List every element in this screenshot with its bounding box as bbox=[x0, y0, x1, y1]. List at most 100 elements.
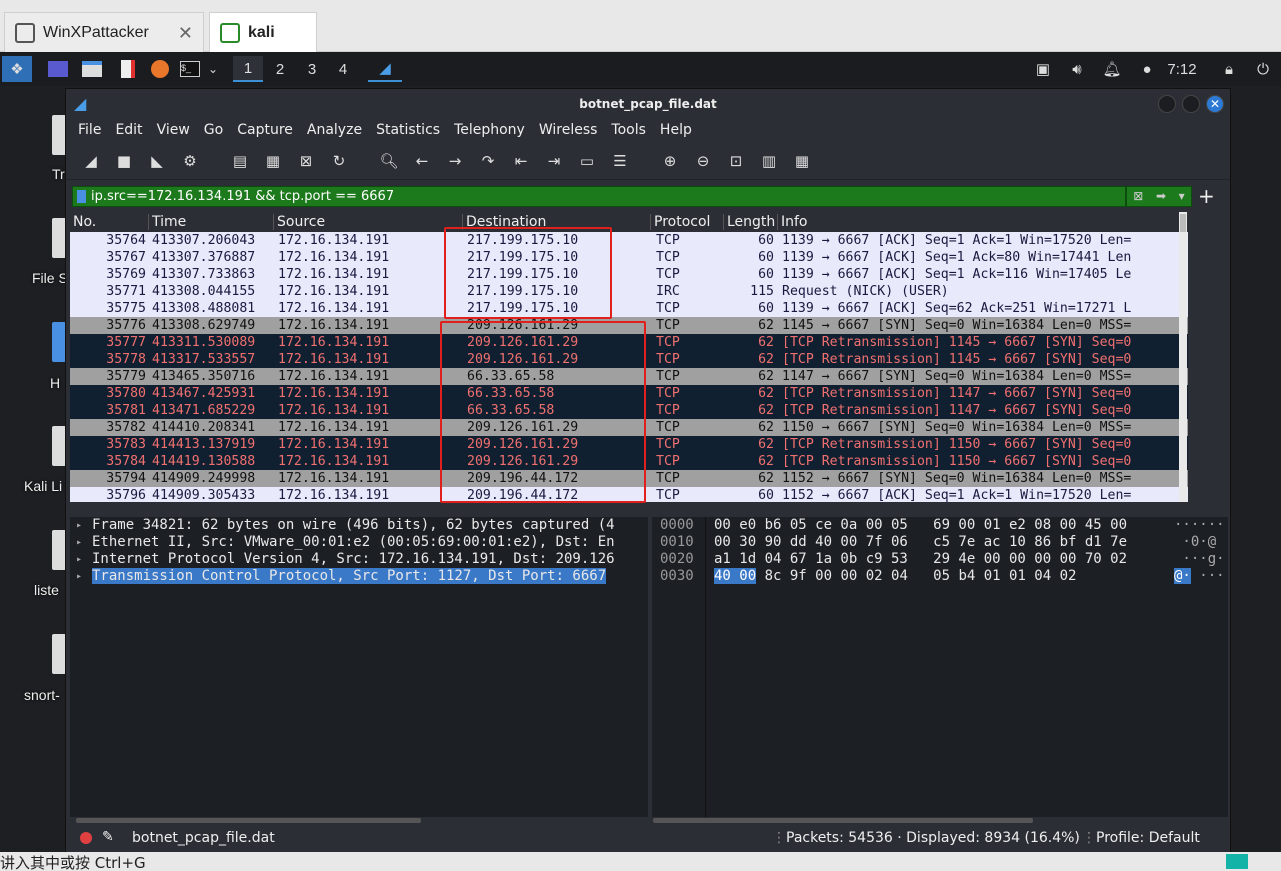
workspace-2[interactable]: 2 bbox=[265, 56, 295, 82]
last-packet-icon[interactable]: ⇥ bbox=[541, 148, 567, 174]
menu-wireless[interactable]: Wireless bbox=[539, 122, 598, 138]
trash-icon[interactable] bbox=[52, 115, 66, 155]
detail-tree-item[interactable]: ▸ Internet Protocol Version 4, Src: 172.1… bbox=[70, 551, 648, 568]
packet-row[interactable]: 35767 413307.376887 172.16.134.191 217.199.… bbox=[70, 249, 1188, 266]
terminal-icon[interactable]: $_ bbox=[178, 56, 202, 82]
workspace-3[interactable]: 3 bbox=[297, 56, 327, 82]
kali-menu-icon[interactable]: ❖ bbox=[2, 56, 32, 82]
menu-go[interactable]: Go bbox=[204, 122, 223, 138]
first-packet-icon[interactable]: ⇤ bbox=[508, 148, 534, 174]
status-profile[interactable]: Profile: Default bbox=[1096, 830, 1200, 846]
reload-file-icon[interactable]: ↻ bbox=[326, 148, 352, 174]
go-forward-icon[interactable]: → bbox=[442, 148, 468, 174]
packet-details-pane[interactable]: ▸ Frame 34821: 62 bytes on wire (496 bits… bbox=[70, 517, 648, 817]
bytes-hscrollbar[interactable] bbox=[653, 818, 1033, 823]
stop-capture-icon[interactable]: ■ bbox=[111, 148, 137, 174]
expand-icon[interactable]: ▸ bbox=[76, 534, 82, 551]
packet-bytes-pane[interactable]: 0000 0010 0020 0030 00 e0 b6 05 ce 0a 00… bbox=[652, 517, 1228, 817]
close-icon[interactable]: ✕ bbox=[178, 23, 193, 44]
workspace-1[interactable]: 1 bbox=[233, 56, 263, 82]
capture-comment-icon[interactable]: ✎ bbox=[102, 829, 114, 845]
expand-icon[interactable]: ▸ bbox=[76, 517, 82, 534]
normal-size-icon[interactable]: ⊡ bbox=[723, 148, 749, 174]
go-to-packet-icon[interactable]: ↷ bbox=[475, 148, 501, 174]
zoom-in-icon[interactable]: ⊕ bbox=[657, 148, 683, 174]
power-manager-icon[interactable]: ● bbox=[1136, 56, 1158, 82]
column-protocol[interactable]: Protocol bbox=[650, 214, 710, 230]
vm-tab-winxpattacker[interactable]: WinXPattacker ✕ bbox=[4, 12, 204, 52]
zoom-out-icon[interactable]: ⊖ bbox=[690, 148, 716, 174]
add-filter-button[interactable]: + bbox=[1198, 184, 1215, 208]
column-source[interactable]: Source bbox=[273, 214, 325, 230]
column-length[interactable]: Length bbox=[723, 214, 775, 230]
close-button[interactable]: ✕ bbox=[1206, 95, 1224, 113]
pane-splitter[interactable] bbox=[70, 507, 1228, 515]
capture-options-icon[interactable]: ⚙ bbox=[177, 148, 203, 174]
colorize-icon[interactable]: ☰ bbox=[607, 148, 633, 174]
bookmark-icon[interactable] bbox=[77, 189, 86, 203]
volume-icon[interactable]: 🔊︎ bbox=[1066, 56, 1088, 82]
clock[interactable]: 7:12 bbox=[1164, 56, 1200, 82]
detail-tree-item[interactable]: ▸ Frame 34821: 62 bytes on wire (496 bits… bbox=[70, 517, 648, 534]
close-file-icon[interactable]: ⊠ bbox=[293, 148, 319, 174]
expand-icon[interactable]: ▸ bbox=[76, 568, 82, 585]
start-capture-icon[interactable]: ◢ bbox=[78, 148, 104, 174]
text-editor-icon[interactable] bbox=[116, 56, 140, 82]
kali-link-icon[interactable] bbox=[52, 426, 66, 466]
menu-telephony[interactable]: Telephony bbox=[454, 122, 525, 138]
details-hscrollbar[interactable] bbox=[76, 818, 421, 823]
maximize-button[interactable] bbox=[1182, 95, 1200, 113]
menu-capture[interactable]: Capture bbox=[237, 122, 293, 138]
detail-tree-item[interactable]: ▸ Transmission Control Protocol, Src Port… bbox=[70, 568, 648, 585]
menu-tools[interactable]: Tools bbox=[611, 122, 646, 138]
packet-row[interactable]: 35769 413307.733863 172.16.134.191 217.199.… bbox=[70, 266, 1188, 283]
column-no[interactable]: No. bbox=[70, 214, 96, 230]
packet-row[interactable]: 35771 413308.044155 172.16.134.191 217.199.… bbox=[70, 283, 1188, 300]
file-icon[interactable] bbox=[52, 530, 66, 570]
display-filter-input[interactable]: ip.src==172.16.134.191 && tcp.port == 66… bbox=[72, 185, 1126, 207]
auto-scroll-icon[interactable]: ▭ bbox=[574, 148, 600, 174]
show-desktop-icon[interactable] bbox=[46, 56, 70, 82]
lock-icon[interactable]: 🔒︎ bbox=[1218, 56, 1240, 82]
filesystem-icon[interactable] bbox=[52, 218, 66, 258]
chevron-down-icon[interactable]: ⌄ bbox=[204, 56, 222, 82]
clear-filter-icon[interactable]: ⊠ bbox=[1133, 189, 1143, 203]
open-file-icon[interactable]: ▤ bbox=[227, 148, 253, 174]
resize-columns-icon[interactable]: ▥ bbox=[756, 148, 782, 174]
packet-row[interactable]: 35775 413308.488081 172.16.134.191 217.199.… bbox=[70, 300, 1188, 317]
menu-statistics[interactable]: Statistics bbox=[376, 122, 440, 138]
expert-info-icon[interactable] bbox=[80, 832, 92, 844]
firefox-icon[interactable] bbox=[148, 56, 172, 82]
workspace-4[interactable]: 4 bbox=[328, 56, 358, 82]
column-time[interactable]: Time bbox=[148, 214, 186, 230]
menu-file[interactable]: File bbox=[78, 122, 101, 138]
go-back-icon[interactable]: ← bbox=[409, 148, 435, 174]
minimize-button[interactable] bbox=[1158, 95, 1176, 113]
detail-tree-item[interactable]: ▸ Ethernet II, Src: VMware_00:01:e2 (00:0… bbox=[70, 534, 648, 551]
layout-icon[interactable]: ▦ bbox=[789, 148, 815, 174]
file-manager-icon[interactable] bbox=[80, 56, 104, 82]
logout-icon[interactable]: ⏻ bbox=[1252, 56, 1274, 82]
save-file-icon[interactable]: ▦ bbox=[260, 148, 286, 174]
packet-list-scrollbar[interactable] bbox=[1179, 212, 1187, 502]
cell-len: 62 bbox=[758, 386, 774, 401]
home-folder-icon[interactable] bbox=[52, 322, 66, 362]
column-info[interactable]: Info bbox=[777, 214, 808, 230]
menu-analyze[interactable]: Analyze bbox=[307, 122, 362, 138]
menu-help[interactable]: Help bbox=[660, 122, 692, 138]
vm-tab-kali[interactable]: kali bbox=[209, 12, 317, 52]
packet-row[interactable]: 35764 413307.206043 172.16.134.191 217.199.… bbox=[70, 232, 1188, 249]
restart-capture-icon[interactable]: ◣ bbox=[144, 148, 170, 174]
menu-view[interactable]: View bbox=[157, 122, 190, 138]
chevron-down-icon[interactable]: ▾ bbox=[1179, 189, 1185, 203]
expand-icon[interactable]: ▸ bbox=[76, 551, 82, 568]
host-vm-status-icon[interactable] bbox=[1226, 854, 1248, 869]
notification-bell-icon[interactable]: 🔔︎ bbox=[1101, 56, 1123, 82]
cell-src: 172.16.134.191 bbox=[278, 488, 390, 502]
display-icon[interactable]: ▣ bbox=[1032, 56, 1054, 82]
file-icon[interactable] bbox=[52, 634, 66, 674]
find-packet-icon[interactable]: 🔍︎ bbox=[376, 148, 402, 174]
wireshark-task-icon[interactable]: ◢ bbox=[368, 56, 402, 82]
apply-filter-icon[interactable]: ➡ bbox=[1156, 189, 1166, 203]
menu-edit[interactable]: Edit bbox=[115, 122, 142, 138]
